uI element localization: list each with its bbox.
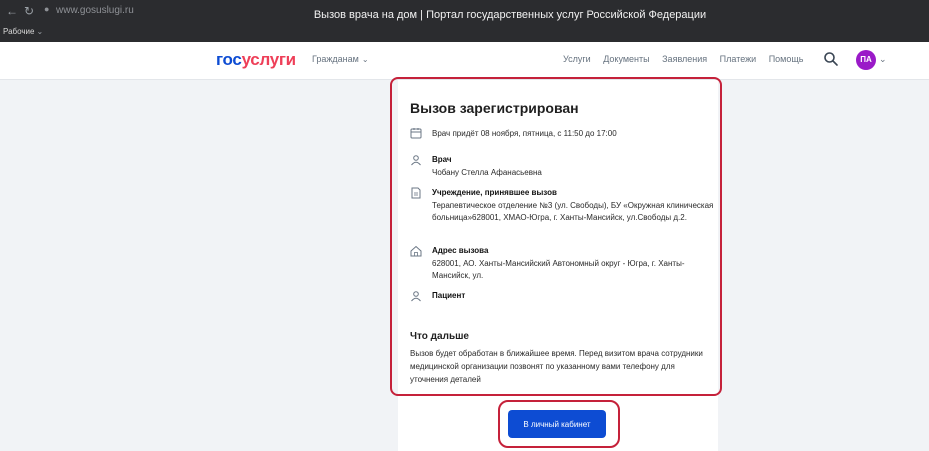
nav-documents[interactable]: Документы [603,54,649,64]
highlight-frame-button [498,400,620,448]
site-header: госуслуги Гражданам ⌄ Услуги Документы За… [0,42,929,80]
address-bar[interactable]: www.gosuslugi.ru [56,5,134,16]
reload-icon[interactable]: ↻ [24,4,34,18]
tab-title: Вызов врача на дом | Портал государствен… [313,9,707,21]
browser-chrome: ← ↻ ● www.gosuslugi.ru Вызов врача на до… [0,0,929,42]
gosuslugi-logo[interactable]: госуслуги [216,50,296,70]
nav-services[interactable]: Услуги [563,54,591,64]
logo-part-gos: гос [216,50,242,69]
chevron-down-icon: ⌄ [36,27,44,36]
search-icon[interactable] [823,51,839,67]
chevron-down-icon: ⌄ [361,55,369,64]
bookmarks-label: Рабочие [3,27,35,36]
nav-applications[interactable]: Заявления [662,54,707,64]
nav-payments[interactable]: Платежи [720,54,757,64]
chevron-down-icon[interactable]: ⌄ [879,54,887,65]
nav-help[interactable]: Помощь [769,54,804,64]
citizens-label: Гражданам [312,54,359,64]
citizens-dropdown[interactable]: Гражданам ⌄ [312,54,369,64]
avatar[interactable]: ПА [856,50,876,70]
site-info-icon[interactable]: ● [44,4,49,14]
highlight-frame-card [390,77,722,396]
bookmarks-folder[interactable]: Рабочие ⌄ [3,27,43,36]
back-icon[interactable]: ← [6,4,18,18]
top-navigation: Услуги Документы Заявления Платежи Помощ… [563,54,813,64]
logo-part-uslugi: услуги [241,50,297,69]
